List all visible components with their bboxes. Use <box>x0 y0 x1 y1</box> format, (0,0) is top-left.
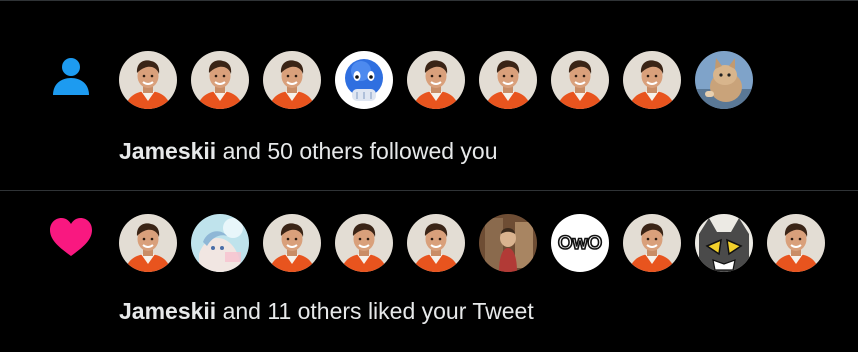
avatar-cat-photo[interactable] <box>695 51 753 109</box>
avatar-cartoon-cat[interactable] <box>695 214 753 272</box>
avatar-brown-photo[interactable] <box>479 214 537 272</box>
avatar-jameskii[interactable] <box>623 51 681 109</box>
avatar-jameskii[interactable] <box>623 214 681 272</box>
avatar-jameskii[interactable] <box>119 51 177 109</box>
notification-message: Jameskii and 11 others liked your Tweet <box>119 297 534 325</box>
svg-text:OwO: OwO <box>558 233 602 254</box>
notification-message: Jameskii and 50 others followed you <box>119 137 498 165</box>
avatar-owo-face[interactable]: OwO <box>551 214 609 272</box>
heart-icon <box>50 218 92 256</box>
person-icon <box>53 58 89 95</box>
avatar-anime-art[interactable] <box>191 214 249 272</box>
like-notification[interactable]: OwO Jameskii and 11 others liked your Tw… <box>0 191 858 352</box>
message-text: and 11 others liked your Tweet <box>216 298 534 324</box>
avatar-jameskii[interactable] <box>119 214 177 272</box>
avatar-blue-emoji[interactable] <box>335 51 393 109</box>
follow-notification[interactable]: Jameskii and 50 others followed you <box>0 29 858 190</box>
avatar-jameskii[interactable] <box>551 51 609 109</box>
avatar-jameskii[interactable] <box>407 214 465 272</box>
avatar-jameskii[interactable] <box>479 51 537 109</box>
message-text: and 50 others followed you <box>216 138 498 164</box>
avatar-row: OwO <box>119 214 825 272</box>
user-link[interactable]: Jameskii <box>119 298 216 324</box>
avatar-jameskii[interactable] <box>263 214 321 272</box>
avatar-jameskii[interactable] <box>335 214 393 272</box>
user-link[interactable]: Jameskii <box>119 138 216 164</box>
divider-top <box>0 0 858 1</box>
avatar-jameskii[interactable] <box>191 51 249 109</box>
avatar-jameskii[interactable] <box>407 51 465 109</box>
avatar-jameskii[interactable] <box>263 51 321 109</box>
avatar-jameskii[interactable] <box>767 214 825 272</box>
avatar-row <box>119 51 753 109</box>
